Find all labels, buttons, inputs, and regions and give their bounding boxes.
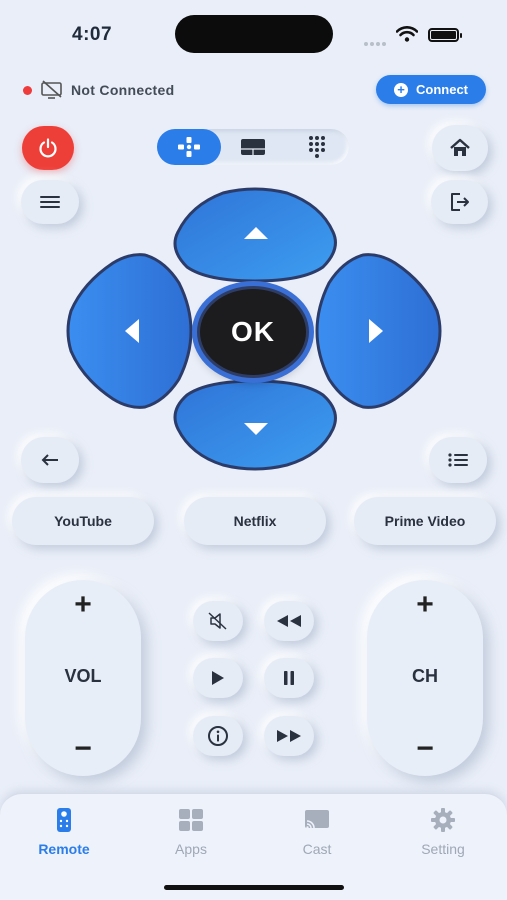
connection-status-text: Not Connected	[71, 82, 175, 98]
rewind-button[interactable]	[264, 601, 314, 641]
info-button[interactable]	[193, 716, 243, 756]
info-icon	[208, 726, 228, 746]
keypad-icon	[309, 136, 325, 158]
list-icon	[448, 453, 468, 467]
power-icon	[39, 138, 57, 158]
volume-label: VOL	[64, 666, 102, 686]
app-shortcut-netflix[interactable]: Netflix	[184, 497, 326, 545]
volume-down-button[interactable]: −	[25, 732, 141, 766]
tab-remote[interactable]: Remote	[14, 806, 114, 857]
tab-keypad[interactable]	[285, 129, 349, 165]
connection-status-dot	[23, 86, 32, 95]
dpad-right-button[interactable]	[315, 253, 442, 409]
status-time: 4:07	[72, 24, 113, 45]
pause-icon	[284, 671, 294, 685]
cellular-signal-icon	[364, 33, 388, 51]
wifi-icon	[396, 26, 418, 42]
dpad-down-button[interactable]	[173, 379, 337, 471]
hamburger-menu-icon	[40, 196, 60, 208]
dynamic-island	[175, 15, 333, 53]
channel-label: CH	[412, 666, 438, 686]
power-button[interactable]	[22, 126, 74, 170]
tab-cast-label: Cast	[302, 841, 332, 857]
apps-grid-icon	[179, 809, 203, 831]
play-icon	[212, 671, 224, 685]
connect-button[interactable]: + Connect	[376, 75, 486, 104]
screen-disconnected-icon	[41, 80, 62, 99]
app-shortcut-prime-video[interactable]: Prime Video	[354, 497, 496, 545]
mute-icon	[208, 612, 227, 630]
touchpad-icon	[241, 139, 265, 155]
fast-forward-icon	[277, 730, 301, 742]
tab-cast[interactable]: Cast	[267, 806, 367, 857]
volume-up-button[interactable]: +	[25, 588, 141, 622]
tab-gamepad[interactable]	[157, 129, 221, 165]
fast-forward-button[interactable]	[264, 716, 314, 756]
tab-apps-label: Apps	[175, 841, 207, 857]
dpad-left-button[interactable]	[66, 253, 193, 409]
cast-icon	[305, 810, 329, 829]
tab-remote-label: Remote	[38, 841, 90, 857]
volume-rocker: + VOL −	[25, 580, 141, 776]
control-mode-switcher	[157, 129, 349, 165]
arrow-back-icon	[41, 454, 58, 466]
plus-circle-icon: +	[394, 82, 408, 97]
play-button[interactable]	[193, 658, 243, 698]
tab-setting[interactable]: Setting	[393, 806, 493, 857]
home-indicator	[164, 885, 344, 890]
ok-button[interactable]: OK	[197, 286, 309, 378]
channel-down-button[interactable]: −	[367, 732, 483, 766]
home-button[interactable]	[432, 125, 488, 171]
channel-up-button[interactable]: +	[367, 588, 483, 622]
remote-icon	[57, 808, 71, 832]
home-icon	[450, 138, 470, 156]
dpad-up-button[interactable]	[173, 187, 337, 283]
options-list-button[interactable]	[429, 437, 487, 483]
gear-icon	[431, 808, 455, 832]
tab-apps[interactable]: Apps	[141, 806, 241, 857]
app-shortcut-youtube[interactable]: YouTube	[12, 497, 154, 545]
battery-icon	[428, 28, 462, 42]
pause-button[interactable]	[264, 658, 314, 698]
rewind-icon	[277, 615, 301, 627]
tab-touchpad[interactable]	[221, 129, 285, 165]
back-button[interactable]	[21, 437, 79, 483]
tab-setting-label: Setting	[421, 841, 465, 857]
channel-rocker: + CH −	[367, 580, 483, 776]
connect-button-label: Connect	[416, 82, 468, 97]
mute-button[interactable]	[193, 601, 243, 641]
gamepad-icon	[178, 137, 200, 157]
exit-icon	[450, 193, 469, 211]
